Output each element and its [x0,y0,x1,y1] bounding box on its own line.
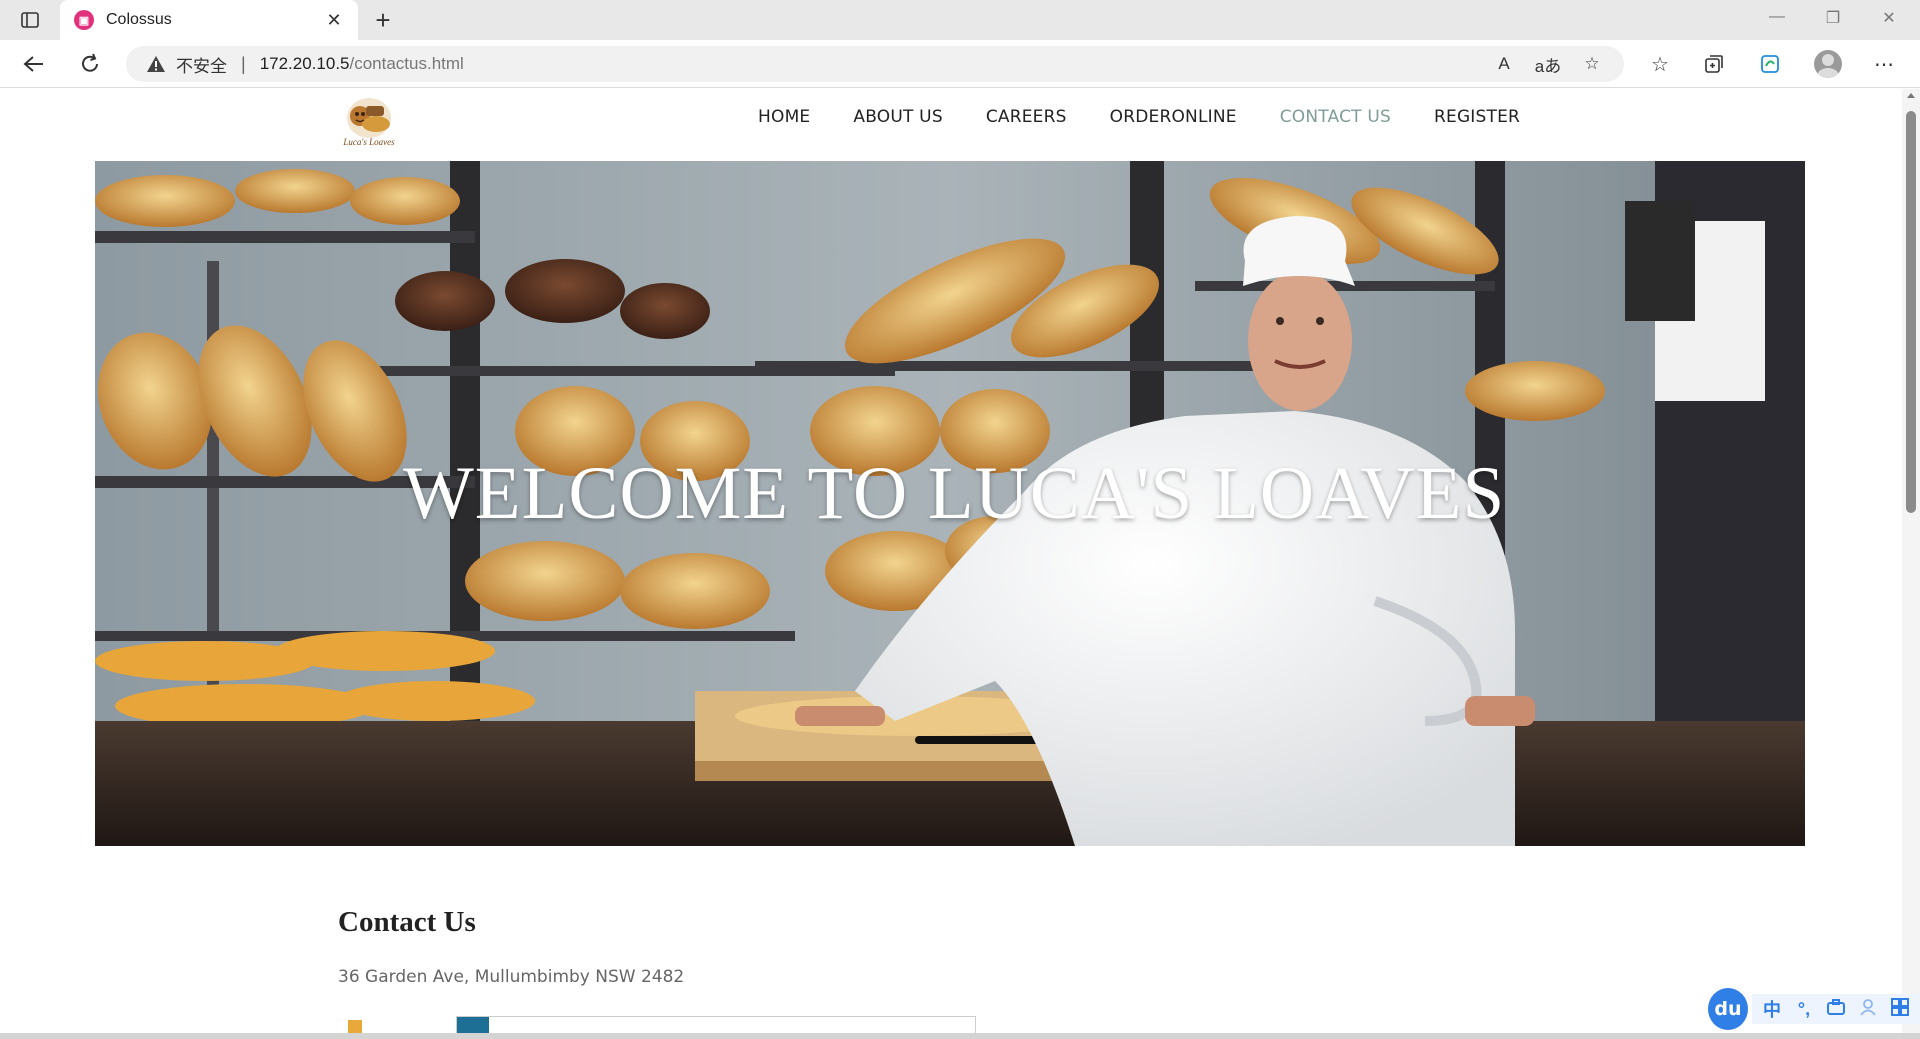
collections-icon[interactable] [1700,52,1728,76]
favorites-icon[interactable]: ☆ [1646,52,1674,76]
profile-icon[interactable] [1814,50,1842,78]
ime-punctuation[interactable]: °, [1788,999,1820,1020]
nav-about-us[interactable]: ABOUT US [853,107,942,127]
tab-actions-icon[interactable] [14,8,46,32]
taskbar-edge [0,1033,1920,1039]
nav-order-online[interactable]: ORDERONLINE [1110,107,1237,127]
toolbox-icon[interactable] [1820,998,1852,1020]
user-icon[interactable] [1852,998,1884,1021]
tab-strip: ▣ Colossus ✕ + — ❐ ✕ [0,0,1920,40]
site-logo[interactable]: Luca's Loaves [340,94,398,148]
close-window-icon[interactable]: ✕ [1866,8,1912,32]
security-label[interactable]: 不安全 [176,52,227,77]
address-toolbar: 不安全 | 172.20.10.5/contactus.html A aあ ☆ … [0,40,1920,88]
restore-icon[interactable]: ❐ [1810,8,1856,32]
page-scrollbar[interactable] [1902,89,1920,1034]
hero-banner: WELCOME TO LUCA'S LOAVES [95,161,1805,846]
translate-glyph: aあ [1534,56,1562,76]
read-aloud-icon[interactable]: A [1490,52,1518,76]
address-bar[interactable]: 不安全 | 172.20.10.5/contactus.html A aあ ☆ [126,46,1624,82]
url-path[interactable]: /contactus.html [350,54,464,74]
contact-address: 36 Garden Ave, Mullumbimby NSW 2482 [338,967,685,987]
more-icon[interactable]: ⋯ [1870,52,1898,76]
address-separator: | [241,53,246,74]
grid-icon[interactable] [1884,997,1916,1021]
scroll-thumb[interactable] [1906,111,1916,513]
hero-title: WELCOME TO LUCA'S LOAVES [403,452,1506,535]
minimize-icon[interactable]: — [1754,8,1800,32]
read-aloud-glyph: A [1498,54,1510,73]
page-viewport: Luca's Loaves HOME ABOUT US CAREERS ORDE… [0,89,1920,1039]
map-flag-icon [348,1020,362,1034]
svg-text:Luca's Loaves: Luca's Loaves [342,137,395,147]
nav-home[interactable]: HOME [758,107,810,127]
ime-bar: 中 °, [1752,994,1920,1024]
main-nav: HOME ABOUT US CAREERS ORDERONLINE CONTAC… [758,107,1563,127]
ime-chinese-mode[interactable]: 中 [1756,996,1788,1022]
nav-careers[interactable]: CAREERS [986,107,1067,127]
warning-icon[interactable] [146,54,166,74]
browser-essentials-icon[interactable] [1756,52,1784,76]
nav-register[interactable]: REGISTER [1434,107,1520,127]
nav-contact-us[interactable]: CONTACT US [1280,107,1391,127]
colossus-icon: ▣ [74,10,94,30]
close-tab-icon[interactable]: ✕ [322,10,346,31]
browser-tab[interactable]: ▣ Colossus ✕ [60,0,358,40]
new-tab-icon[interactable]: + [368,6,398,36]
scroll-up-icon[interactable] [1907,93,1915,98]
tab-title: Colossus [106,11,172,28]
ime-toolbar[interactable]: du 中 °, [1708,988,1920,1030]
ime-logo[interactable]: du [1708,988,1748,1030]
translate-icon[interactable]: aあ [1534,52,1562,76]
url-host[interactable]: 172.20.10.5 [260,54,350,74]
add-favorite-icon[interactable]: ☆ [1578,52,1606,76]
refresh-icon[interactable] [74,50,106,78]
contact-heading: Contact Us [338,906,476,938]
back-icon[interactable] [18,50,50,78]
